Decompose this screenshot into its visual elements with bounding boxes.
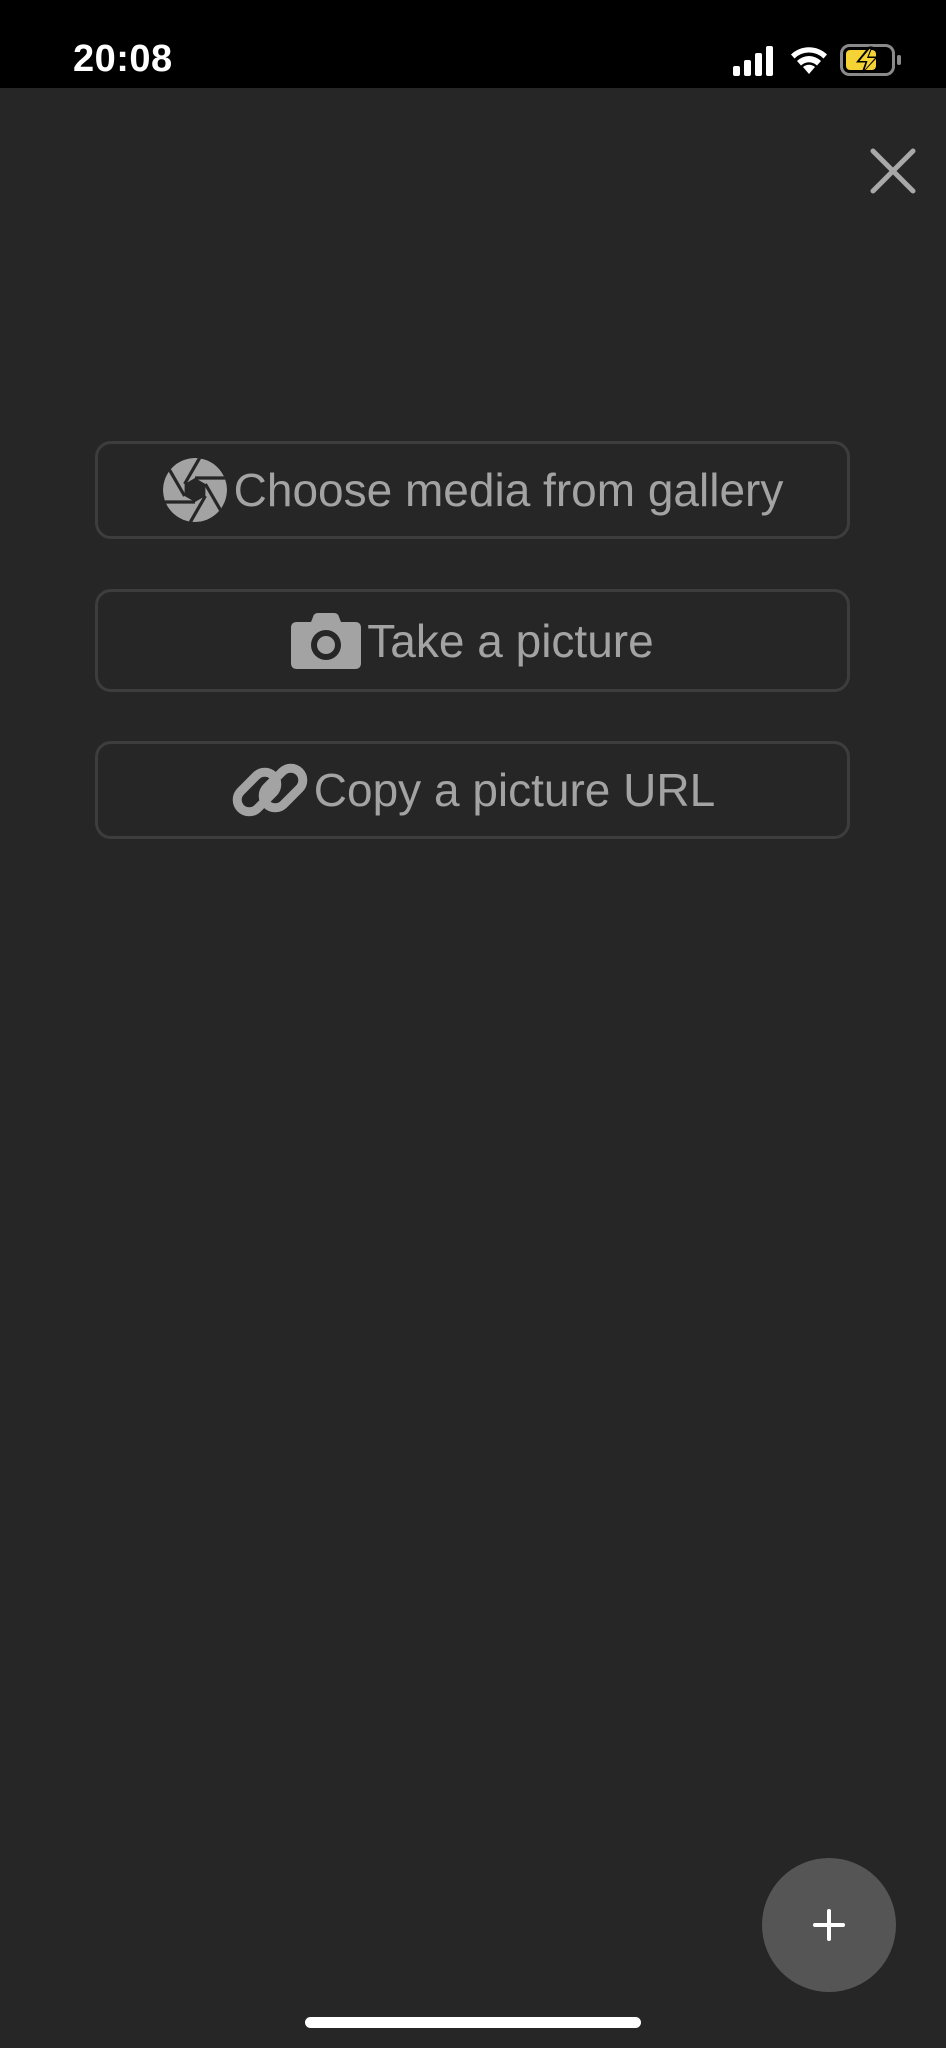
close-button[interactable] <box>866 144 920 198</box>
plus-icon <box>813 1909 845 1941</box>
aperture-icon <box>162 457 228 523</box>
take-a-picture-label: Take a picture <box>367 614 654 667</box>
add-button[interactable] <box>762 1858 896 1992</box>
choose-media-from-gallery-label: Choose media from gallery <box>233 464 784 516</box>
copy-a-picture-url-label: Copy a picture URL <box>313 764 716 816</box>
take-a-picture-button[interactable]: Take a picture <box>95 589 850 692</box>
status-bar: 20:08 <box>0 0 946 88</box>
status-time: 20:08 <box>73 38 173 80</box>
choose-media-from-gallery-button[interactable]: Choose media from gallery <box>95 441 850 539</box>
link-icon <box>230 750 310 830</box>
home-indicator[interactable] <box>305 2017 641 2028</box>
cellular-signal-icon <box>733 46 773 76</box>
copy-a-picture-url-button[interactable]: Copy a picture URL <box>95 741 850 839</box>
camera-icon <box>291 612 362 669</box>
battery-charging-icon <box>840 44 901 76</box>
close-icon <box>870 148 916 194</box>
wifi-icon <box>791 47 827 74</box>
